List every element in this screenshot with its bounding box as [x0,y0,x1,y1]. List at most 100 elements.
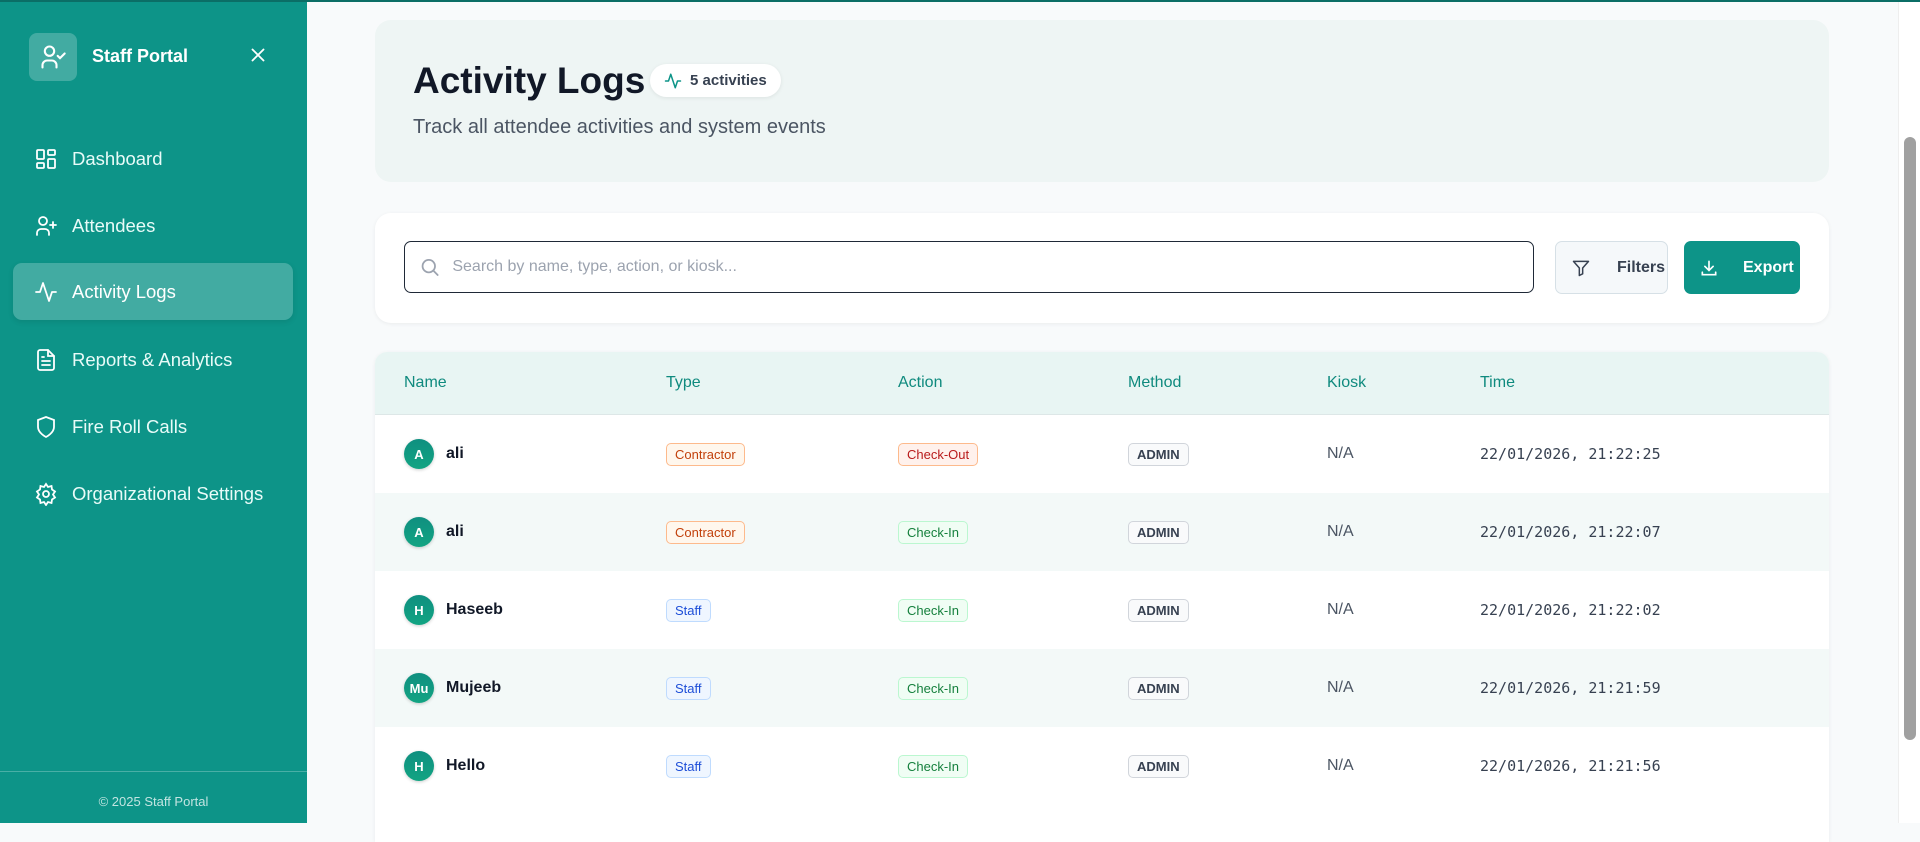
time-cell: 22/01/2026, 21:22:02 [1480,601,1661,619]
sidebar-item-label: Reports & Analytics [72,348,233,370]
sidebar-item-dashboard[interactable]: Dashboard [13,130,293,187]
type-cell: Contractor [666,415,745,493]
activity-icon [664,73,682,88]
search-input[interactable] [452,258,1533,276]
scrollbar-thumb[interactable] [1904,137,1916,740]
toolbar: Filters Export [375,213,1829,323]
column-header-kiosk[interactable]: Kiosk [1327,374,1366,392]
table-header: Name Type Action Method Kiosk Time [375,352,1829,415]
name-cell: H Hello [404,727,485,805]
method-badge: ADMIN [1128,598,1189,622]
method-cell: ADMIN [1128,727,1189,805]
name-cell: Aali [404,493,464,571]
page-header: Activity Logs 5 activities Track all att… [375,20,1829,182]
sidebar-item-settings[interactable]: Organizational Settings [13,465,293,522]
logo [29,33,77,81]
type-cell: Staff [666,727,711,805]
scrollbar[interactable] [1898,2,1920,823]
name-cell: Mu Mujeeb [404,649,501,727]
method-cell: ADMIN [1128,649,1189,727]
filters-label: Filters [1617,258,1666,276]
brand-name: Staff Portal [92,46,189,66]
export-button[interactable]: Export [1684,241,1800,294]
sidebar-item-fire-roll-calls[interactable]: Fire Roll Calls [13,398,293,455]
user-plus-icon [36,215,57,236]
action-badge: Check-In [898,520,969,544]
time-cell: 22/01/2026, 21:22:07 [1480,523,1661,541]
action-cell: Check-In [898,649,969,727]
search-icon [421,258,439,276]
column-header-name[interactable]: Name [404,374,447,392]
export-label: Export [1743,258,1794,276]
sidebar-item-label: Dashboard [72,147,163,169]
kiosk-cell: N/A [1327,679,1354,696]
attendee-name: Hello [446,757,486,774]
time-cell: 22/01/2026, 21:21:56 [1480,757,1661,775]
kiosk-cell: N/A [1327,445,1354,462]
dashboard-icon [36,148,56,169]
activity-icon [35,281,57,302]
name-cell: H Haseeb [404,571,503,649]
method-cell: ADMIN [1128,493,1189,571]
method-badge: ADMIN [1128,676,1189,700]
method-badge: ADMIN [1128,442,1189,466]
method-cell: ADMIN [1128,571,1189,649]
attendee-name: ali [446,445,464,462]
sidebar: Staff Portal Dashboard Attendees Activit… [0,2,307,823]
page-title: Activity Logs [413,60,646,101]
sidebar-item-attendees[interactable]: Attendees [13,197,293,254]
type-cell: Staff [666,571,711,649]
table-row[interactable]: Aali Contractor Check-Out ADMIN N/A 22/0… [375,415,1829,493]
type-cell: Contractor [666,493,745,571]
gear-icon [35,481,57,506]
column-header-method[interactable]: Method [1128,374,1181,392]
table-row[interactable]: Mu Mujeeb Staff Check-In ADMIN N/A 22/01/… [375,649,1829,727]
column-header-action[interactable]: Action [898,374,942,392]
download-icon [1701,260,1717,275]
type-cell: Staff [666,649,711,727]
action-cell: Check-In [898,493,969,571]
footer-copyright: © 2025 Staff Portal [98,794,209,809]
method-cell: ADMIN [1128,415,1189,493]
action-badge: Check-In [898,598,969,622]
sidebar-item-activity-logs[interactable]: Activity Logs [13,263,293,320]
sidebar-item-label: Attendees [72,214,156,236]
action-cell: Check-In [898,571,969,649]
search-box [404,241,1534,293]
action-badge: Check-Out [898,442,979,466]
badge-label: 5 activities [690,72,767,89]
avatar: H [404,595,434,625]
type-badge: Contractor [666,442,745,466]
time-cell: 22/01/2026, 21:22:25 [1480,445,1661,463]
attendee-name: Mujeeb [446,679,502,696]
activity-count-badge: 5 activities [650,64,781,97]
file-text-icon [37,348,55,371]
attendee-name: ali [446,523,464,540]
column-header-type[interactable]: Type [666,374,701,392]
close-icon[interactable] [247,44,269,66]
type-badge: Contractor [666,520,745,544]
table-row[interactable]: Aali Contractor Check-In ADMIN N/A 22/01… [375,493,1829,571]
kiosk-cell: N/A [1327,757,1354,774]
kiosk-cell: N/A [1327,523,1354,540]
table-row[interactable]: H Haseeb Staff Check-In ADMIN N/A 22/01/2… [375,571,1829,649]
filter-icon [1572,260,1590,276]
sidebar-item-reports[interactable]: Reports & Analytics [13,331,293,388]
type-badge: Staff [666,676,711,700]
avatar: A [404,439,434,469]
time-cell: 22/01/2026, 21:21:59 [1480,679,1661,697]
sidebar-item-label: Fire Roll Calls [72,415,188,437]
type-badge: Staff [666,598,711,622]
table-row[interactable]: H Hello Staff Check-In ADMIN N/A 22/01/20… [375,727,1829,805]
activity-table: Name Type Action Method Kiosk Time Aali … [375,352,1829,842]
action-badge: Check-In [898,754,969,778]
filters-button[interactable]: Filters [1555,241,1668,294]
method-badge: ADMIN [1128,754,1189,778]
method-badge: ADMIN [1128,520,1189,544]
type-badge: Staff [666,754,711,778]
column-header-time[interactable]: Time [1480,374,1515,392]
kiosk-cell: N/A [1327,601,1354,618]
name-cell: Aali [404,415,464,493]
avatar: A [404,517,434,547]
attendee-name: Haseeb [446,601,503,618]
